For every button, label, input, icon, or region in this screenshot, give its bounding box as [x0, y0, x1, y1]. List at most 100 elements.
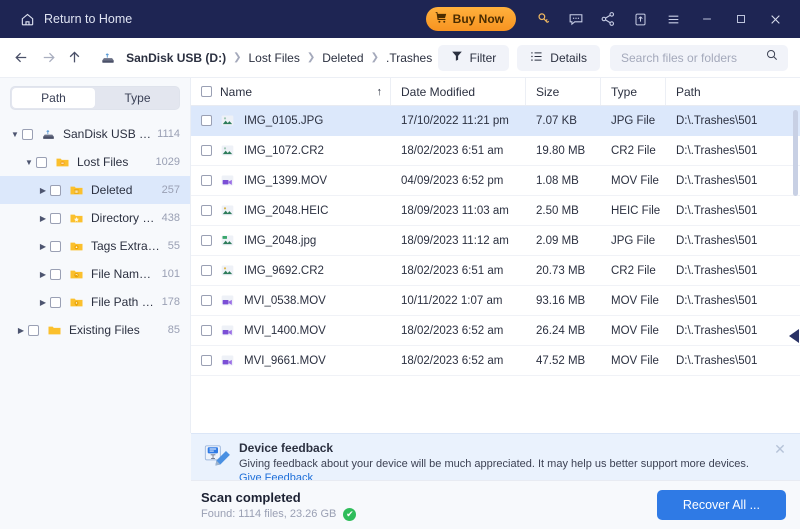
row-checkbox[interactable] — [201, 325, 212, 336]
tree-node-file-path-lost[interactable]: ▶ File Path Lost 178 — [0, 288, 190, 316]
tree-checkbox[interactable] — [50, 297, 61, 308]
search-icon[interactable] — [765, 48, 779, 67]
tree-checkbox[interactable] — [50, 185, 61, 196]
chevron-right-icon[interactable]: ▶ — [36, 214, 50, 223]
home-icon — [20, 12, 35, 27]
row-checkbox[interactable] — [201, 175, 212, 186]
menu-icon[interactable] — [660, 6, 686, 32]
breadcrumb-item-2[interactable]: Deleted — [319, 49, 366, 67]
tree-node-deleted[interactable]: ▶ Deleted 257 — [0, 176, 190, 204]
tree-checkbox[interactable] — [22, 129, 33, 140]
buy-now-label: Buy Now — [453, 12, 504, 26]
file-name-cell: MVI_9661.MOV — [191, 353, 391, 368]
recover-all-button[interactable]: Recover All ... — [657, 490, 786, 520]
up-arrow-icon[interactable] — [63, 45, 86, 71]
table-row[interactable]: IMG_2048.jpg 18/09/2023 11:12 am 2.09 MB… — [191, 226, 800, 256]
column-header-size[interactable]: Size — [526, 78, 601, 105]
chevron-down-icon[interactable]: ▼ — [22, 158, 36, 167]
share-icon[interactable] — [595, 6, 621, 32]
row-checkbox[interactable] — [201, 145, 212, 156]
breadcrumb-item-1[interactable]: Lost Files — [245, 49, 302, 67]
row-checkbox[interactable] — [201, 115, 212, 126]
forward-arrow-icon[interactable] — [37, 45, 60, 71]
video-file-icon — [220, 323, 236, 338]
table-row[interactable]: IMG_0105.JPG 17/10/2022 11:21 pm 7.07 KB… — [191, 106, 800, 136]
tree-node-file-name-lost[interactable]: ▶ File Name Lost 101 — [0, 260, 190, 288]
column-header-name-label: Name — [220, 85, 252, 99]
minimize-button[interactable] — [694, 6, 720, 32]
chevron-down-icon[interactable]: ▼ — [8, 130, 22, 139]
row-checkbox[interactable] — [201, 205, 212, 216]
file-path-cell: D:\.Trashes\501 — [666, 325, 800, 337]
video-file-icon — [220, 293, 236, 308]
folder-star-icon — [68, 211, 84, 226]
details-button[interactable]: Details — [517, 45, 600, 71]
table-row[interactable]: IMG_1072.CR2 18/02/2023 6:51 am 19.80 MB… — [191, 136, 800, 166]
row-checkbox[interactable] — [201, 355, 212, 366]
tree-checkbox[interactable] — [50, 269, 61, 280]
file-name-label: MVI_0538.MOV — [244, 295, 326, 307]
file-type-cell: CR2 File — [601, 145, 666, 157]
tab-path[interactable]: Path — [12, 88, 95, 108]
sort-asc-arrow-icon[interactable]: ↑ — [377, 86, 383, 98]
row-checkbox[interactable] — [201, 235, 212, 246]
chevron-right-icon[interactable]: ▶ — [36, 270, 50, 279]
column-header-path[interactable]: Path — [666, 78, 792, 105]
breadcrumb-separator: ❯ — [233, 52, 241, 63]
file-name-cell: IMG_2048.HEIC — [191, 203, 391, 218]
column-header-name[interactable]: Name ↑ — [191, 78, 391, 105]
upgrade-icon[interactable] — [627, 6, 653, 32]
file-path-cell: D:\.Trashes\501 — [666, 265, 800, 277]
activation-key-icon[interactable] — [531, 6, 557, 32]
chevron-right-icon[interactable]: ▶ — [36, 298, 50, 307]
close-button[interactable] — [762, 6, 788, 32]
file-type-cell: HEIC File — [601, 205, 666, 217]
return-to-home-button[interactable]: Return to Home — [14, 8, 138, 31]
list-details-icon — [530, 50, 543, 66]
search-input[interactable] — [621, 51, 765, 65]
feedback-chat-icon[interactable] — [563, 6, 589, 32]
buy-now-button[interactable]: Buy Now — [426, 7, 516, 31]
chevron-right-icon[interactable]: ▶ — [14, 326, 28, 335]
chevron-right-icon[interactable]: ▶ — [36, 242, 50, 251]
tree-node-sandisk-usb[interactable]: ▼ SanDisk USB (D:) 1114 — [0, 120, 190, 148]
tree-node-label: Deleted — [91, 183, 156, 197]
maximize-button[interactable] — [728, 6, 754, 32]
tree-node-existing-files[interactable]: ▶ Existing Files 85 — [0, 316, 190, 344]
table-row[interactable]: IMG_2048.HEIC 18/09/2023 11:03 am 2.50 M… — [191, 196, 800, 226]
select-all-checkbox[interactable] — [201, 86, 212, 97]
close-icon[interactable]: ✕ — [770, 441, 790, 458]
file-path-cell: D:\.Trashes\501 — [666, 175, 800, 187]
image-file-icon — [220, 233, 236, 248]
breadcrumb-item-0[interactable]: SanDisk USB (D:) — [123, 49, 229, 67]
tree-checkbox[interactable] — [36, 157, 47, 168]
vertical-scrollbar[interactable] — [793, 110, 798, 196]
filter-button[interactable]: Filter — [438, 45, 510, 71]
tree-node-tags-extracted[interactable]: ▶ Tags Extracted 55 — [0, 232, 190, 260]
file-size-cell: 2.50 MB — [526, 205, 601, 217]
collapse-left-triangle-icon[interactable] — [788, 327, 800, 345]
tab-type[interactable]: Type — [96, 87, 179, 109]
tree-node-label: SanDisk USB (D:) — [63, 127, 151, 141]
file-size-cell: 47.52 MB — [526, 355, 601, 367]
file-size-cell: 2.09 MB — [526, 235, 601, 247]
chevron-right-icon[interactable]: ▶ — [36, 186, 50, 195]
tree-checkbox[interactable] — [50, 241, 61, 252]
file-name-label: IMG_0105.JPG — [244, 115, 323, 127]
tree-node-lost-files[interactable]: ▼ Lost Files 1029 — [0, 148, 190, 176]
tree-checkbox[interactable] — [50, 213, 61, 224]
table-row[interactable]: MVI_9661.MOV 18/02/2023 6:52 am 47.52 MB… — [191, 346, 800, 376]
row-checkbox[interactable] — [201, 295, 212, 306]
column-header-type[interactable]: Type — [601, 78, 666, 105]
row-checkbox[interactable] — [201, 265, 212, 276]
tree-checkbox[interactable] — [28, 325, 39, 336]
search-box[interactable] — [610, 45, 788, 71]
table-row[interactable]: MVI_1400.MOV 18/02/2023 6:52 am 26.24 MB… — [191, 316, 800, 346]
table-row[interactable]: IMG_9692.CR2 18/02/2023 6:51 am 20.73 MB… — [191, 256, 800, 286]
tree-node-directory-intact[interactable]: ▶ Directory Intact 438 — [0, 204, 190, 232]
table-row[interactable]: IMG_1399.MOV 04/09/2023 6:52 pm 1.08 MB … — [191, 166, 800, 196]
table-row[interactable]: MVI_0538.MOV 10/11/2022 1:07 am 93.16 MB… — [191, 286, 800, 316]
column-header-date[interactable]: Date Modified — [391, 78, 526, 105]
back-arrow-icon[interactable] — [10, 45, 33, 71]
breadcrumb-item-3[interactable]: .Trashes — [383, 49, 435, 67]
